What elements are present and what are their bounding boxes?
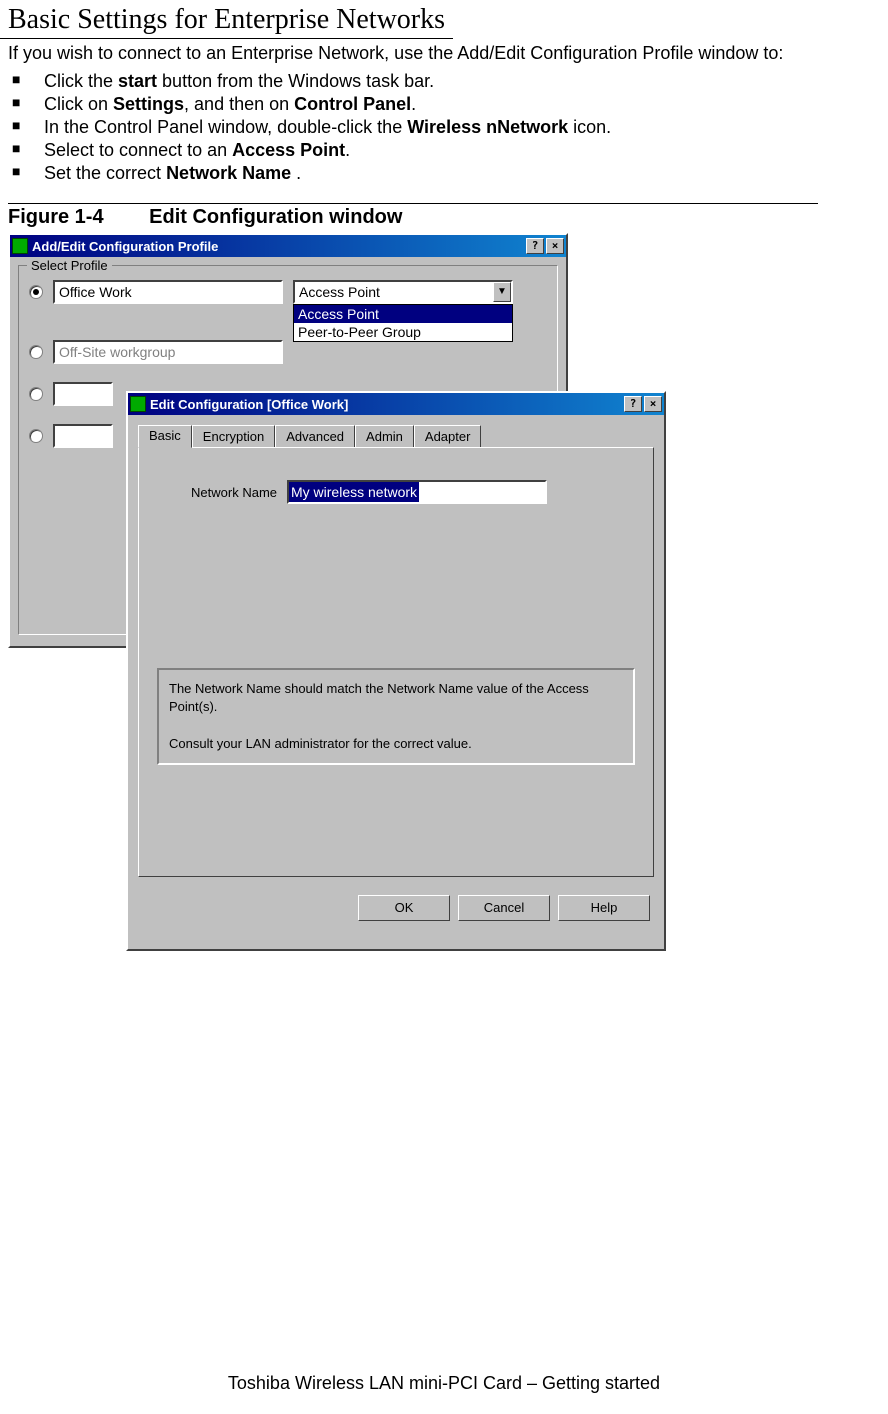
window-title: Edit Configuration [Office Work] (150, 397, 348, 412)
groupbox-label: Select Profile (27, 258, 112, 273)
list-item: In the Control Panel window, double-clic… (8, 116, 880, 139)
combo-display[interactable]: Access Point (293, 280, 513, 304)
network-name-row: Network Name My wireless network (157, 480, 635, 504)
help-button[interactable]: Help (558, 895, 650, 921)
tab-encryption[interactable]: Encryption (192, 425, 275, 447)
tab-strip: Basic Encryption Advanced Admin Adapter (138, 425, 654, 447)
figure-number: Figure 1-4 (8, 206, 104, 229)
list-item: Click on Settings, and then on Control P… (8, 93, 880, 116)
titlebar: Edit Configuration [Office Work] ? × (128, 393, 664, 415)
list-item: Select to connect to an Access Point. (8, 139, 880, 162)
app-icon (130, 396, 146, 412)
page-title: Basic Settings for Enterprise Networks (0, 0, 453, 39)
page-footer: Toshiba Wireless LAN mini-PCI Card – Get… (0, 1373, 888, 1394)
ok-button[interactable]: OK (358, 895, 450, 921)
info-box: The Network Name should match the Networ… (157, 668, 635, 765)
screenshot-area: Add/Edit Configuration Profile ? × Selec… (8, 233, 888, 873)
tab-area: Basic Encryption Advanced Admin Adapter … (138, 425, 654, 877)
dropdown-option[interactable]: Peer-to-Peer Group (294, 323, 512, 341)
profile-row: Access Point ▼ Access Point Peer-to-Peer… (29, 280, 547, 304)
window-title: Add/Edit Configuration Profile (32, 239, 218, 254)
info-text: Consult your LAN administrator for the c… (169, 735, 623, 753)
instruction-list: Click the start button from the Windows … (0, 68, 888, 195)
titlebar: Add/Edit Configuration Profile ? × (10, 235, 566, 257)
radio-button[interactable] (29, 345, 43, 359)
info-text: The Network Name should match the Networ… (169, 680, 623, 716)
network-name-input[interactable]: My wireless network (287, 480, 547, 504)
dropdown-list: Access Point Peer-to-Peer Group (293, 304, 513, 342)
network-name-value: My wireless network (289, 482, 419, 502)
tab-panel: Network Name My wireless network The Net… (138, 447, 654, 877)
help-button[interactable]: ? (624, 396, 642, 412)
profile-name-input[interactable] (53, 280, 283, 304)
list-item: Click the start button from the Windows … (8, 70, 880, 93)
dropdown-option[interactable]: Access Point (294, 305, 512, 323)
profile-name-input[interactable] (53, 382, 113, 406)
edit-configuration-window: Edit Configuration [Office Work] ? × Bas… (126, 391, 666, 951)
connection-type-combo[interactable]: Access Point ▼ Access Point Peer-to-Peer… (293, 280, 513, 304)
close-button[interactable]: × (644, 396, 662, 412)
app-icon (12, 238, 28, 254)
tab-adapter[interactable]: Adapter (414, 425, 482, 447)
intro-text: If you wish to connect to an Enterprise … (0, 39, 888, 68)
list-item: Set the correct Network Name . (8, 162, 880, 185)
network-name-label: Network Name (157, 485, 277, 500)
cancel-button[interactable]: Cancel (458, 895, 550, 921)
chevron-down-icon[interactable]: ▼ (493, 282, 511, 302)
profile-row (29, 340, 547, 364)
button-row: OK Cancel Help (128, 887, 664, 931)
profile-name-input[interactable] (53, 424, 113, 448)
tab-basic[interactable]: Basic (138, 425, 192, 448)
radio-button[interactable] (29, 429, 43, 443)
figure-caption: Figure 1-4 Edit Configuration window (0, 206, 888, 233)
figure-title: Edit Configuration window (149, 206, 402, 228)
radio-button[interactable] (29, 285, 43, 299)
radio-button[interactable] (29, 387, 43, 401)
tab-advanced[interactable]: Advanced (275, 425, 355, 447)
help-button[interactable]: ? (526, 238, 544, 254)
tab-admin[interactable]: Admin (355, 425, 414, 447)
close-button[interactable]: × (546, 238, 564, 254)
profile-name-input[interactable] (53, 340, 283, 364)
